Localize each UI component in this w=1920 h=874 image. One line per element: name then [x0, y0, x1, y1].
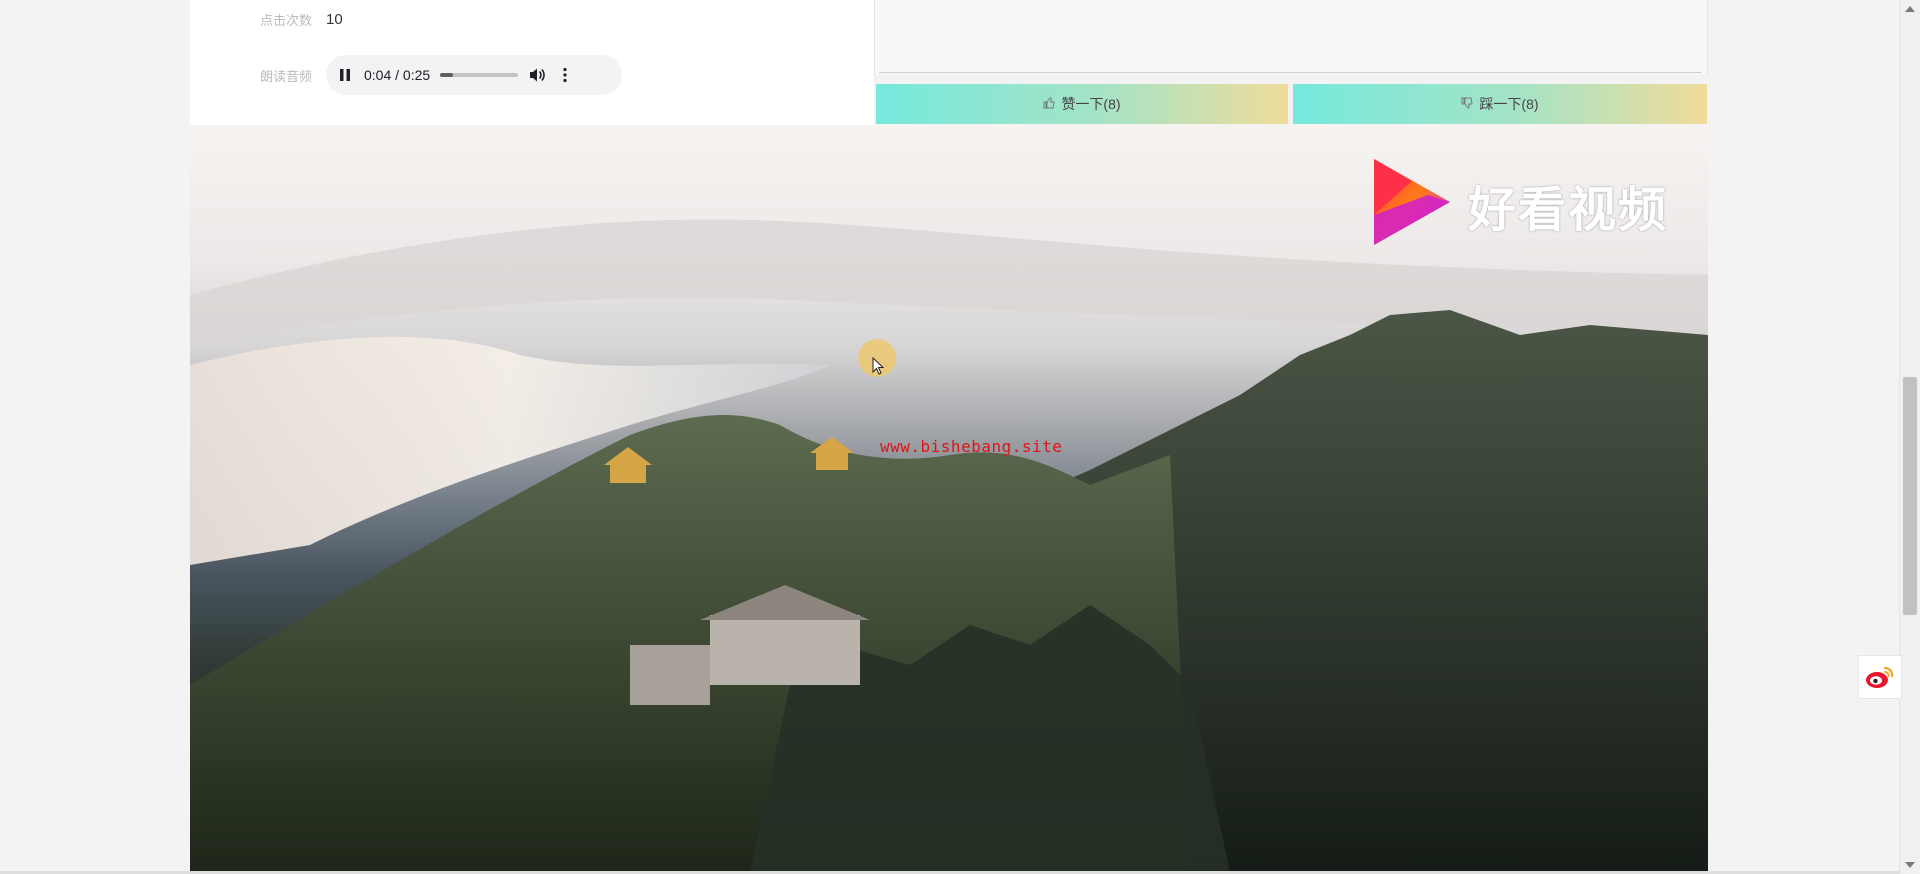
thumbs-down-icon	[1461, 97, 1474, 112]
like-button[interactable]: 赞一下(8)	[876, 84, 1288, 124]
like-label: 赞一下(8)	[1061, 96, 1121, 112]
video-brand: 好看视频	[1368, 155, 1668, 254]
detail-panel: 点击次数 10 朗读音频 0:04 / 0:25	[190, 0, 874, 125]
divider	[879, 72, 1701, 73]
page-scrollbar[interactable]	[1899, 0, 1920, 874]
video-player[interactable]: 好看视频 www.bishebang.site	[190, 125, 1708, 872]
scroll-down-icon[interactable]	[1905, 862, 1915, 868]
dislike-label: 踩一下(8)	[1479, 96, 1539, 112]
audio-progress-fill	[440, 73, 453, 77]
comment-box[interactable]	[874, 0, 1708, 75]
audio-player[interactable]: 0:04 / 0:25	[326, 55, 622, 95]
audio-row: 朗读音频 0:04 / 0:25	[190, 55, 622, 95]
audio-progress-slider[interactable]	[440, 73, 519, 77]
clicks-label: 点击次数	[259, 13, 312, 28]
watermark-text: www.bishebang.site	[880, 437, 1063, 456]
dislike-button[interactable]: 踩一下(8)	[1293, 84, 1707, 124]
weibo-icon	[1866, 666, 1894, 688]
play-logo-icon	[1368, 155, 1452, 254]
clicks-value: 10	[326, 11, 343, 28]
cursor-arrow-icon	[872, 357, 884, 375]
brand-text: 好看视频	[1467, 181, 1668, 238]
weibo-share-button[interactable]	[1858, 655, 1902, 699]
scroll-up-icon[interactable]	[1905, 6, 1915, 12]
clicks-row: 点击次数 10	[190, 10, 343, 29]
audio-time: 0:04 / 0:25	[364, 67, 431, 83]
mouse-cursor-highlight	[858, 339, 896, 377]
thumbs-up-icon	[1043, 96, 1056, 112]
pause-icon[interactable]	[336, 66, 354, 84]
more-vert-icon[interactable]	[556, 66, 574, 84]
volume-icon[interactable]	[528, 66, 546, 84]
audio-label: 朗读音频	[259, 68, 312, 84]
scrollbar-thumb[interactable]	[1903, 377, 1917, 615]
